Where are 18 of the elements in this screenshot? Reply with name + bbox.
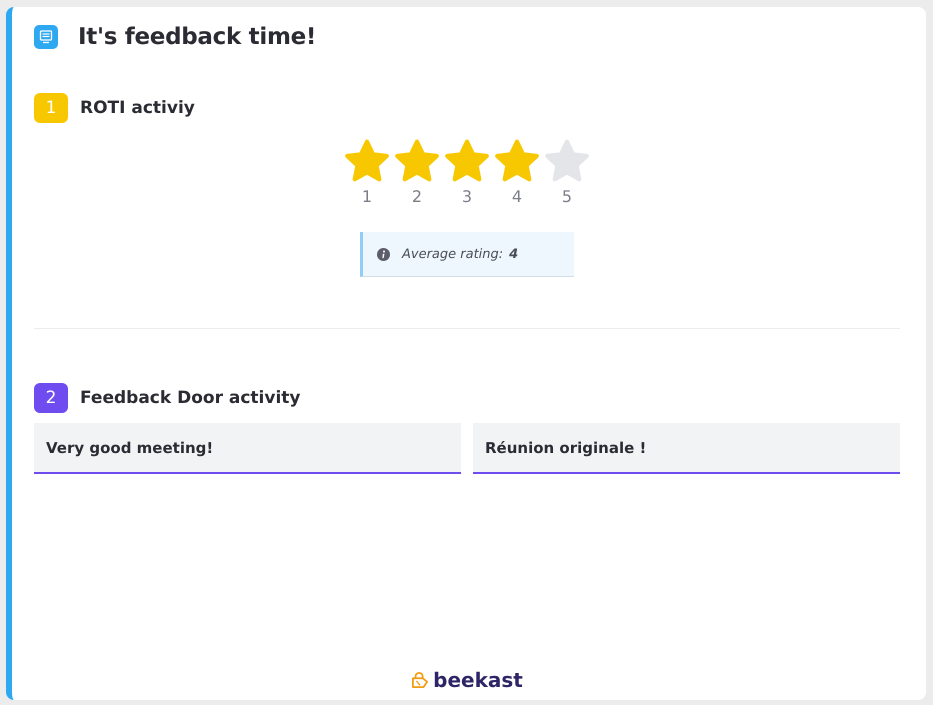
page-title: It's feedback time! (78, 24, 316, 50)
section-title: Feedback Door activity (80, 388, 300, 408)
feedback-note: Very good meeting! (34, 423, 461, 474)
logo-icon (411, 672, 430, 688)
average-rating-label: Average rating: (402, 246, 504, 262)
section-number: 2 (34, 383, 68, 413)
star-label: 5 (562, 187, 572, 206)
section-title: ROTI activiy (80, 98, 195, 118)
brand-name: beekast (433, 668, 523, 692)
star-label: 3 (462, 187, 472, 206)
star-label: 1 (362, 187, 372, 206)
screen-icon (34, 25, 58, 49)
star-label: 4 (512, 187, 522, 206)
feedback-note: Réunion originale ! (473, 423, 900, 474)
average-rating-value: 4 (509, 246, 518, 262)
star-label: 2 (412, 187, 422, 206)
section-number: 1 (34, 93, 68, 123)
info-icon (377, 248, 390, 260)
